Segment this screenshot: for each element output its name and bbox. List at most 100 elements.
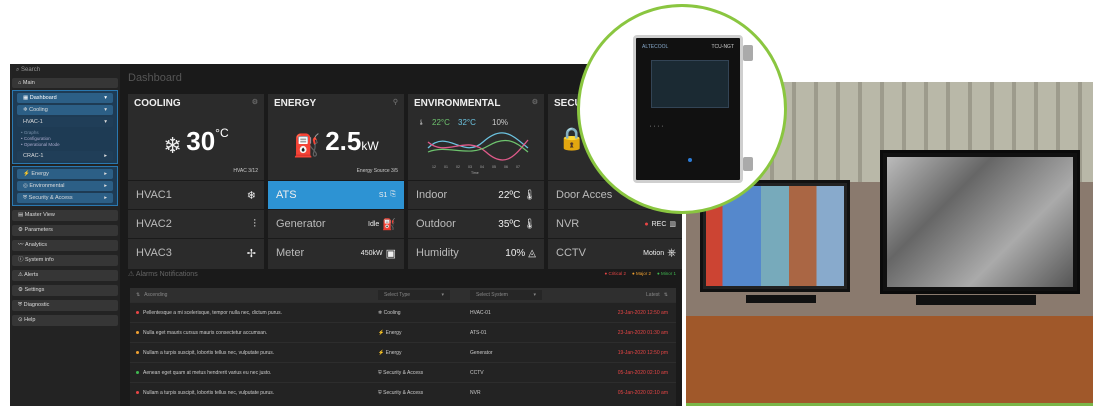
severity-dot bbox=[136, 310, 139, 314]
sidebar-search[interactable]: ⌕ Search bbox=[10, 64, 120, 76]
sidebar-item-master-view[interactable]: ▤ Master View bbox=[12, 210, 118, 221]
device-callout: ALTECOOL TCU-NGT ▪ ▪ ▪ ▪ bbox=[577, 4, 787, 214]
x-tick: 06 bbox=[504, 165, 508, 169]
table-row[interactable]: Nullam a turpis suscipit, lobortis tellu… bbox=[130, 382, 676, 402]
sidebar-item-parameters[interactable]: ⚙ Parameters bbox=[12, 225, 118, 236]
card-title: ENERGY bbox=[274, 98, 317, 109]
sidebar-item-alerts[interactable]: ⚠ Alerts bbox=[12, 270, 118, 281]
energy-value: 2.5 bbox=[325, 126, 362, 156]
device-model: TCU-NGT bbox=[711, 44, 735, 50]
sidebar-item-environmental[interactable]: ◎ Environmental ▸ bbox=[17, 181, 113, 191]
generator-icon: ⛽ bbox=[293, 132, 321, 158]
indoor-row[interactable]: Indoor 22ºC 🌡 bbox=[408, 180, 544, 209]
sidebar-item-analytics[interactable]: 〰 Analytics bbox=[12, 240, 118, 251]
nvr-row[interactable]: NVR ● REC ▥ bbox=[548, 209, 682, 238]
thermometer-icon: 🌡 bbox=[523, 218, 536, 230]
environmental-trend-chart: 🌡 22°C 32°C 10% 12 01 02 03 04 05 06 07 … bbox=[418, 118, 529, 175]
outdoor-row[interactable]: Outdoor 35ºC 🌡 bbox=[408, 209, 544, 238]
sidebar-list: ▤ Master View ⚙ Parameters 〰 Analytics ⓘ… bbox=[10, 210, 120, 326]
sidebar-item-dashboard[interactable]: ▦ Dashboard ▾ bbox=[17, 93, 113, 103]
cooling-value: 30 bbox=[186, 126, 216, 156]
x-tick: 05 bbox=[492, 165, 496, 169]
generator-row[interactable]: Generator Idle ⛽ bbox=[268, 209, 404, 238]
mode-operational[interactable]: • Operational Mode bbox=[21, 142, 109, 148]
energy-card[interactable]: ENERGY ⚲ ⛽ 2.5kW Energy Source 3/5 ATS S1 ⎘… bbox=[268, 94, 404, 269]
hvac2-row[interactable]: HVAC2 ⫶ bbox=[128, 209, 264, 238]
severity-dot bbox=[136, 330, 139, 334]
alarm-legend: ● Critical 2 ● Major 2 ● Minor 1 bbox=[604, 271, 676, 276]
ats-icon: ⎘ bbox=[390, 191, 396, 198]
snowflake-icon: ❄ bbox=[246, 189, 256, 202]
table-row[interactable]: Nullam a turpis suscipit, lobortis tellu… bbox=[130, 342, 676, 362]
status-led-icon bbox=[688, 158, 692, 162]
sidebar-item-help[interactable]: ⊙ Help bbox=[12, 315, 118, 326]
humidity-label: 10% bbox=[492, 118, 508, 127]
page-title: Dashboard bbox=[128, 72, 182, 84]
sidebar-item-settings[interactable]: ⚙ Settings bbox=[12, 285, 118, 296]
sidebar-item-diagnostic[interactable]: ⛨ Diagnostic bbox=[12, 300, 118, 311]
crac-select[interactable]: CRAC-1 ▸ bbox=[17, 151, 113, 161]
humidity-row[interactable]: Humidity 10% ◬ bbox=[408, 238, 544, 267]
cooling-unit: °C bbox=[215, 126, 229, 140]
x-tick: 12 bbox=[432, 165, 436, 169]
severity-dot bbox=[136, 350, 139, 354]
plug-icon: ⚲ bbox=[392, 99, 398, 106]
table-row[interactable]: Pellentesque a mi scelerisque, tempor nu… bbox=[130, 302, 676, 322]
hvac1-row[interactable]: HVAC1 ❄ bbox=[128, 180, 264, 209]
x-tick: 04 bbox=[480, 165, 484, 169]
x-axis-label: Time bbox=[471, 171, 479, 175]
generator-icon: ⛽ bbox=[382, 218, 396, 231]
energy-unit: kW bbox=[361, 139, 379, 153]
cooling-sublabel: HVAC 3/12 bbox=[233, 168, 258, 174]
controller-device: ALTECOOL TCU-NGT ▪ ▪ ▪ ▪ bbox=[633, 35, 743, 183]
monitor-right bbox=[880, 150, 1080, 294]
x-tick: 02 bbox=[456, 165, 460, 169]
sidebar-subgroup: ⚡ Energy ▸ ◎ Environmental ▸ ⛨ Security & … bbox=[12, 166, 118, 206]
severity-dot bbox=[136, 370, 139, 374]
select-system[interactable]: Select System ▾ bbox=[470, 290, 542, 300]
card-title: COOLING bbox=[134, 98, 181, 109]
chevron-down-icon: ▾ bbox=[104, 95, 107, 101]
fan-icon: ✢ bbox=[246, 247, 256, 260]
cooling-card[interactable]: COOLING ⚙ ❄ 30°C HVAC 3/12 HVAC1 ❄ HVAC2 ⫶ … bbox=[128, 94, 264, 269]
table-row[interactable]: Aenean eget quam at metus hendrerit vari… bbox=[130, 362, 676, 382]
device-brand: ALTECOOL bbox=[642, 44, 669, 50]
meter-icon: ▣ bbox=[385, 247, 396, 260]
series-line-1 bbox=[427, 132, 529, 149]
sidebar-dashboard-group: ▦ Dashboard ▾ ❄ Cooling ▾ HVAC-1 ▾ • Graphs… bbox=[12, 90, 118, 164]
thermometer-icon: 🌡 bbox=[523, 189, 536, 201]
select-type[interactable]: Select Type ▾ bbox=[378, 290, 450, 300]
hvac3-row[interactable]: HVAC3 ✢ bbox=[128, 238, 264, 267]
temp2-label: 32°C bbox=[458, 118, 476, 127]
environmental-card[interactable]: ENVIRONMENTAL ⚙ 🌡 22°C 32°C 10% 12 01 02 … bbox=[408, 94, 544, 269]
severity-dot bbox=[136, 390, 139, 394]
sidebar-item-cooling[interactable]: ❄ Cooling ▾ bbox=[17, 105, 113, 115]
cctv-row[interactable]: CCTV Motion ⎈ bbox=[548, 238, 682, 267]
meter-row[interactable]: Meter 450kW ▣ bbox=[268, 238, 404, 267]
nvr-icon: ▥ bbox=[669, 221, 676, 228]
latest-sort[interactable]: Latest ⇅ bbox=[646, 292, 668, 298]
sidebar-item-system-info[interactable]: ⓘ System info bbox=[12, 255, 118, 266]
gear-icon[interactable]: ⚙ bbox=[532, 98, 538, 110]
thermometer-icon: 🌡 bbox=[418, 119, 424, 126]
hvac-select[interactable]: HVAC-1 ▾ bbox=[17, 117, 113, 127]
sidebar: ⌕ Search ⌂ Main ▦ Dashboard ▾ ❄ Cooling ▾ … bbox=[10, 64, 120, 406]
device-screen bbox=[651, 60, 729, 108]
table-header: ⇅ Ascending Select Type ▾ Select System ▾ … bbox=[130, 288, 676, 302]
x-tick: 03 bbox=[468, 165, 472, 169]
gear-icon[interactable]: ⚙ bbox=[252, 98, 258, 110]
droplet-icon: ◬ bbox=[528, 247, 536, 259]
sidebar-item-energy[interactable]: ⚡ Energy ▸ bbox=[17, 169, 113, 179]
snowflake-icon: ❄ bbox=[163, 132, 182, 158]
x-tick: 01 bbox=[444, 165, 448, 169]
heat-icon: ⫶ bbox=[253, 217, 256, 230]
alarms-title: ⚠ Alarms Notifications bbox=[128, 271, 198, 278]
sidebar-item-main[interactable]: ⌂ Main bbox=[12, 78, 118, 88]
mode-list: • Graphs • Configuration • Operational M… bbox=[17, 129, 113, 149]
temp1-label: 22°C bbox=[432, 118, 450, 127]
sidebar-item-security[interactable]: ⛨ Security & Access ▸ bbox=[17, 193, 113, 203]
sort-ascending[interactable]: ⇅ Ascending bbox=[136, 292, 167, 298]
alarms-table: ⇅ Ascending Select Type ▾ Select System ▾ … bbox=[130, 288, 676, 406]
ats-row[interactable]: ATS S1 ⎘ bbox=[268, 180, 404, 209]
table-row[interactable]: Nulla eget mauris cursus mauris consecte… bbox=[130, 322, 676, 342]
